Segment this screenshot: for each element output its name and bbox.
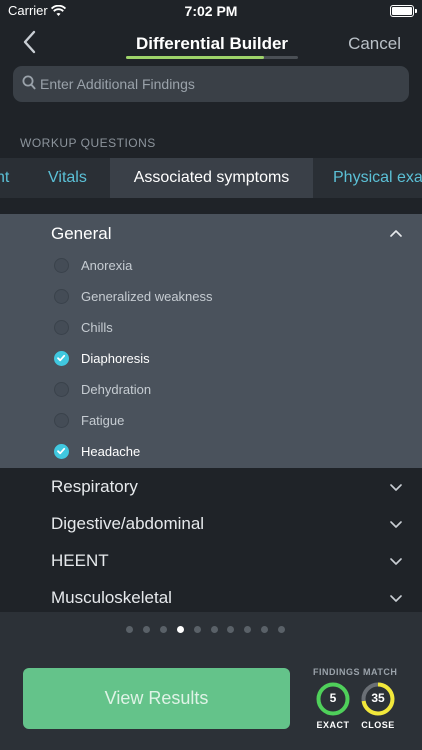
finding-dehydration[interactable]: Dehydration	[0, 376, 422, 407]
finding-label: Dehydration	[81, 382, 152, 397]
category-title: Digestive/abdominal	[51, 514, 205, 533]
chevron-down-icon	[390, 558, 402, 565]
battery-icon	[390, 5, 417, 17]
check-icon	[57, 354, 66, 362]
finding-fatigue[interactable]: Fatigue	[0, 407, 422, 438]
category-general-header[interactable]: General	[0, 214, 422, 254]
finding-label: Fatigue	[81, 413, 125, 428]
category-title: General	[51, 224, 112, 243]
category-general-panel: General Anorexia Generalized weakness Ch…	[0, 214, 422, 468]
category-respiratory[interactable]: Respiratory	[0, 470, 422, 506]
finding-headache[interactable]: Headache	[0, 438, 422, 469]
page-dot[interactable]	[210, 626, 218, 633]
back-button[interactable]	[22, 30, 46, 58]
page-dot[interactable]	[193, 626, 201, 633]
tab-previous[interactable]: nt	[0, 158, 9, 198]
workup-tabs: nt Vitals Associated symptoms Physical e…	[0, 158, 422, 198]
page-dot[interactable]	[159, 626, 167, 633]
category-digestive-abdominal[interactable]: Digestive/abdominal	[0, 507, 422, 543]
tab-physical-exam[interactable]: Physical exa	[333, 158, 422, 198]
builder-progress-fill	[126, 56, 264, 59]
finding-checkbox-checked[interactable]	[54, 351, 69, 366]
page-title: Differential Builder	[135, 34, 289, 53]
status-bar: Carrier 7:02 PM	[0, 0, 422, 24]
page-dot[interactable]	[176, 626, 184, 633]
chevron-down-icon	[390, 521, 402, 528]
finding-label: Generalized weakness	[81, 289, 213, 304]
page-dot[interactable]	[126, 626, 133, 633]
category-title: Respiratory	[51, 477, 138, 496]
findings-search-input[interactable]	[40, 66, 400, 102]
finding-checkbox-checked[interactable]	[54, 444, 69, 459]
page-dot[interactable]	[278, 626, 286, 633]
tab-vitals[interactable]: Vitals	[48, 158, 87, 198]
finding-checkbox[interactable]	[54, 382, 69, 397]
section-label: WORKUP QUESTIONS	[20, 136, 156, 150]
check-icon	[57, 447, 66, 455]
category-title: Musculoskeletal	[51, 588, 172, 607]
builder-progress-bar	[126, 56, 298, 59]
findings-match-label: FINDINGS MATCH	[313, 667, 398, 677]
chevron-down-icon	[390, 595, 402, 602]
category-heent[interactable]: HEENT	[0, 544, 422, 580]
page-dot[interactable]	[244, 626, 252, 633]
cancel-button[interactable]: Cancel	[348, 34, 401, 54]
page-indicator[interactable]	[0, 626, 422, 634]
page-dot[interactable]	[261, 626, 269, 633]
category-title: HEENT	[51, 551, 109, 570]
finding-label: Diaphoresis	[81, 351, 150, 366]
page-dot[interactable]	[142, 626, 150, 633]
view-results-button[interactable]: View Results	[23, 668, 290, 729]
exact-match-count: 5	[329, 691, 337, 705]
chevron-down-icon	[390, 484, 402, 491]
search-icon	[22, 75, 36, 90]
chevron-left-icon	[23, 30, 36, 54]
finding-label: Chills	[81, 320, 113, 335]
finding-checkbox[interactable]	[54, 320, 69, 335]
finding-checkbox[interactable]	[54, 258, 69, 273]
tab-associated-symptoms[interactable]: Associated symptoms	[110, 158, 313, 198]
bottom-bar: View Results FINDINGS MATCH 5 EXACT 35 C…	[0, 612, 422, 750]
chevron-up-icon	[390, 230, 402, 237]
close-match-caption: CLOSE	[361, 720, 395, 730]
finding-anorexia[interactable]: Anorexia	[0, 252, 422, 283]
page-dot[interactable]	[227, 626, 235, 633]
finding-label: Headache	[81, 444, 141, 459]
exact-match-caption: EXACT	[316, 720, 350, 730]
close-match-count: 35	[371, 691, 385, 705]
finding-label: Anorexia	[81, 258, 133, 273]
finding-generalized-weakness[interactable]: Generalized weakness	[0, 283, 422, 314]
finding-diaphoresis[interactable]: Diaphoresis	[0, 345, 422, 376]
finding-chills[interactable]: Chills	[0, 314, 422, 345]
finding-checkbox[interactable]	[54, 413, 69, 428]
findings-search-box	[13, 66, 409, 102]
finding-checkbox[interactable]	[54, 289, 69, 304]
navigation-bar: Differential Builder Cancel	[0, 24, 422, 64]
clock: 7:02 PM	[184, 3, 238, 19]
